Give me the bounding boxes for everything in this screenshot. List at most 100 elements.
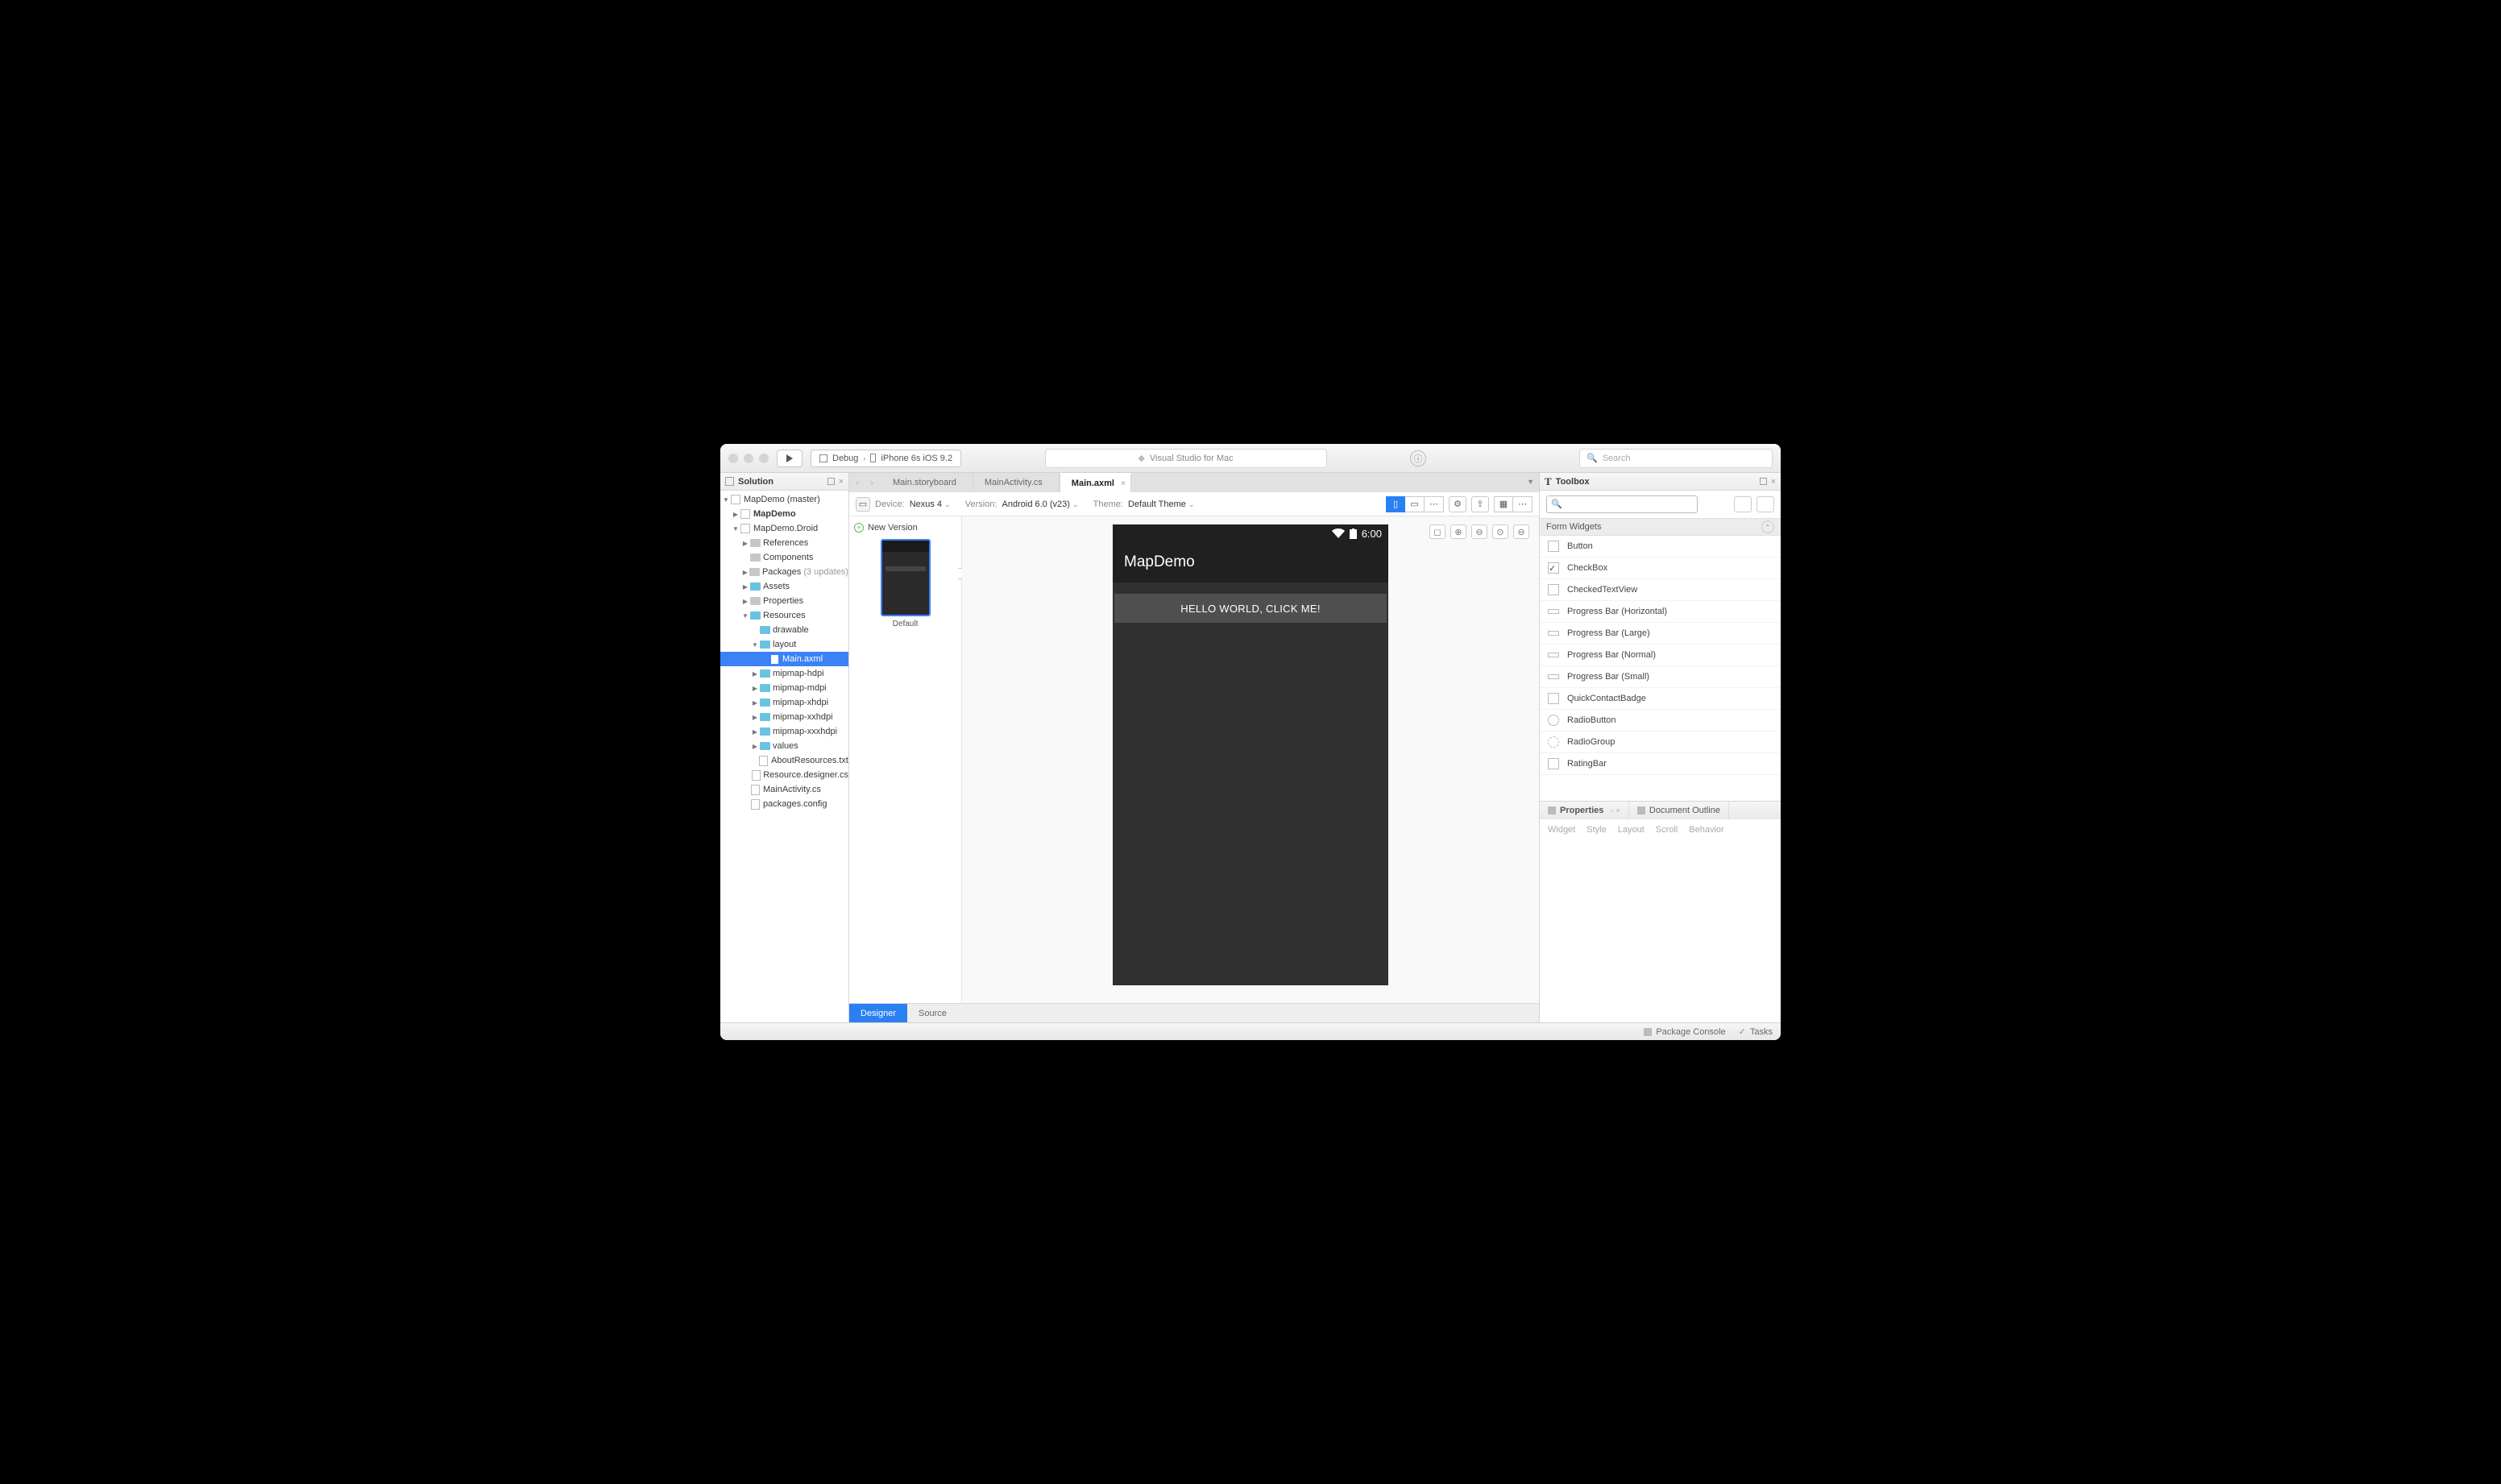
- info-button[interactable]: ⓘ: [1410, 450, 1426, 466]
- source-tab[interactable]: Source: [907, 1004, 958, 1022]
- subtab-behavior[interactable]: Behavior: [1689, 825, 1723, 835]
- tree-root[interactable]: ▼MapDemo (master): [720, 492, 848, 507]
- battery-icon: [1350, 529, 1357, 539]
- titlebar: Debug › iPhone 6s iOS 9.2 ◆ Visual Studi…: [720, 444, 1781, 473]
- toolbox-item-progress-large[interactable]: Progress Bar (Large): [1540, 623, 1781, 645]
- close-icon[interactable]: ×: [1771, 477, 1776, 487]
- portrait-icon[interactable]: ▯: [1386, 496, 1405, 512]
- tree-about[interactable]: AboutResources.txt: [720, 753, 848, 768]
- designer-toolbar: ▭ Device: Nexus 4 ⌄ Version: Android 6.0…: [849, 492, 1539, 516]
- toolbox-item-radiobutton[interactable]: RadioButton: [1540, 710, 1781, 732]
- settings-icon[interactable]: ⚙: [1449, 496, 1466, 512]
- tab-main-axml[interactable]: Main.axml×: [1060, 473, 1131, 492]
- design-canvas[interactable]: ◻ ⊕ ⊖ ⊙ ⊖ 6:00 MapDemo: [962, 516, 1539, 1003]
- subtab-scroll[interactable]: Scroll: [1656, 825, 1678, 835]
- view-segment[interactable]: ▦ ⋯: [1494, 496, 1533, 512]
- traffic-lights[interactable]: [728, 454, 769, 463]
- tree-mipmap-hdpi[interactable]: ▶mipmap-hdpi: [720, 666, 848, 681]
- toolbox-item-button[interactable]: Button: [1540, 536, 1781, 558]
- toggle-designer-icon[interactable]: ▭: [856, 497, 870, 512]
- tab-close-icon[interactable]: ×: [1121, 479, 1126, 488]
- tree-values[interactable]: ▶values: [720, 739, 848, 753]
- tabs-overflow-icon[interactable]: ▼: [1527, 478, 1534, 486]
- tree-resources[interactable]: ▼Resources: [720, 608, 848, 623]
- device-selector[interactable]: Nexus 4 ⌄: [910, 500, 951, 509]
- toolbox-item-checkedtextview[interactable]: CheckedTextView: [1540, 579, 1781, 601]
- overflow-icon[interactable]: ⋯: [1425, 496, 1444, 512]
- toolbox-item-progress-horizontal[interactable]: Progress Bar (Horizontal): [1540, 601, 1781, 623]
- tree-properties[interactable]: ▶Properties: [720, 594, 848, 608]
- toolbox-view-toggle2[interactable]: [1757, 496, 1774, 512]
- theme-selector[interactable]: Default Theme ⌄: [1128, 500, 1195, 509]
- toolbox-item-ratingbar[interactable]: RatingBar: [1540, 753, 1781, 775]
- toolbox-item-progress-small[interactable]: Progress Bar (Small): [1540, 666, 1781, 688]
- new-version-button[interactable]: + New Version: [854, 523, 956, 533]
- app-title: Visual Studio for Mac: [1150, 454, 1234, 463]
- subtab-layout[interactable]: Layout: [1618, 825, 1645, 835]
- tasks-button[interactable]: ✓Tasks: [1739, 1026, 1773, 1037]
- config-selector[interactable]: Debug › iPhone 6s iOS 9.2: [811, 450, 961, 467]
- solution-title: Solution: [738, 477, 774, 487]
- tree-proj-mapdemo[interactable]: ▶MapDemo: [720, 507, 848, 521]
- zoom-fit-icon[interactable]: ◻: [1429, 524, 1445, 539]
- solution-header: Solution ×: [720, 473, 848, 491]
- close-icon[interactable]: ×: [839, 477, 844, 487]
- collapse-icon[interactable]: ⌃: [1761, 520, 1774, 533]
- tree-references[interactable]: ▶References: [720, 536, 848, 550]
- tree-resdesigner[interactable]: Resource.designer.cs: [720, 768, 848, 782]
- autohide-icon[interactable]: [1760, 478, 1767, 485]
- package-console-button[interactable]: Package Console: [1644, 1027, 1725, 1037]
- zoom-out-icon[interactable]: ⊖: [1471, 524, 1487, 539]
- toolbox-item-checkbox[interactable]: ✓CheckBox: [1540, 558, 1781, 579]
- zoom-reset-icon[interactable]: ⊖: [1513, 524, 1529, 539]
- wifi-icon: [1332, 529, 1345, 538]
- overflow2-icon[interactable]: ⋯: [1513, 496, 1533, 512]
- tree-drawable[interactable]: drawable: [720, 623, 848, 637]
- subtab-widget[interactable]: Widget: [1548, 825, 1575, 835]
- tree-mipmap-xxxhdpi[interactable]: ▶mipmap-xxxhdpi: [720, 724, 848, 739]
- tab-nav[interactable]: ‹›: [849, 473, 881, 492]
- designer-tab[interactable]: Designer: [849, 1004, 907, 1022]
- tree-layout[interactable]: ▼layout: [720, 637, 848, 652]
- tree-mipmap-xhdpi[interactable]: ▶mipmap-xhdpi: [720, 695, 848, 710]
- autohide-icon[interactable]: [827, 478, 835, 485]
- phone-preview[interactable]: 6:00 MapDemo HELLO WORLD, CLICK ME!: [1113, 524, 1388, 985]
- run-button[interactable]: [777, 450, 803, 467]
- toolbox-header: T Toolbox ×: [1540, 473, 1781, 491]
- subtab-style[interactable]: Style: [1586, 825, 1606, 835]
- tab-mainactivity[interactable]: MainActivity.cs: [973, 473, 1060, 492]
- toolbox-item-radiogroup[interactable]: RadioGroup: [1540, 732, 1781, 753]
- toolbox-item-progress-normal[interactable]: Progress Bar (Normal): [1540, 645, 1781, 666]
- version-selector[interactable]: Android 6.0 (v23) ⌄: [1002, 500, 1079, 509]
- tree-mipmap-mdpi[interactable]: ▶mipmap-mdpi: [720, 681, 848, 695]
- tree-mainactivity[interactable]: MainActivity.cs: [720, 782, 848, 797]
- tree-proj-droid[interactable]: ▼MapDemo.Droid: [720, 521, 848, 536]
- toolbox-item-quickcontactbadge[interactable]: QuickContactBadge: [1540, 688, 1781, 710]
- hello-world-button[interactable]: HELLO WORLD, CLICK ME!: [1114, 594, 1387, 623]
- tree-components[interactable]: Components: [720, 550, 848, 565]
- solution-tree[interactable]: ▼MapDemo (master) ▶MapDemo ▼MapDemo.Droi…: [720, 491, 848, 1022]
- landscape-icon[interactable]: ▭: [1405, 496, 1425, 512]
- tree-main-axml[interactable]: Main.axml: [720, 652, 848, 666]
- global-search[interactable]: 🔍 Search: [1579, 449, 1773, 468]
- solution-icon: [725, 477, 734, 486]
- grid-icon[interactable]: ▦: [1494, 496, 1513, 512]
- device-label: Device:: [875, 500, 905, 509]
- toolbox-category[interactable]: Form Widgets ⌃: [1540, 518, 1781, 536]
- version-thumbnail[interactable]: [881, 539, 931, 616]
- tree-packages[interactable]: ▶Packages (3 updates): [720, 565, 848, 579]
- toolbox-view-toggle1[interactable]: [1734, 496, 1752, 512]
- toolbox-search-input[interactable]: [1546, 495, 1698, 513]
- tab-main-storyboard[interactable]: Main.storyboard: [881, 473, 973, 492]
- designer-footer: Designer Source: [849, 1003, 1539, 1022]
- tree-mipmap-xxhdpi[interactable]: ▶mipmap-xxhdpi: [720, 710, 848, 724]
- theme-label: Theme:: [1093, 500, 1123, 509]
- zoom-in-icon[interactable]: ⊕: [1450, 524, 1466, 539]
- tree-assets[interactable]: ▶Assets: [720, 579, 848, 594]
- orientation-segment[interactable]: ▯ ▭ ⋯: [1386, 496, 1444, 512]
- zoom-actual-icon[interactable]: ⊙: [1492, 524, 1508, 539]
- export-icon[interactable]: ⇪: [1471, 496, 1489, 512]
- properties-tab[interactable]: Properties▫×: [1540, 802, 1629, 819]
- tree-packages-config[interactable]: packages.config: [720, 797, 848, 811]
- document-outline-tab[interactable]: Document Outline: [1629, 802, 1729, 819]
